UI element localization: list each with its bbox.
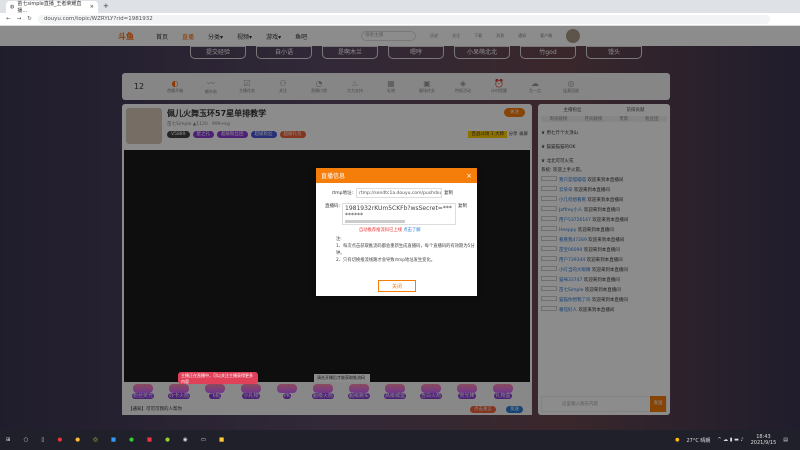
warning-text: 自动推荐推流码已上线 bbox=[359, 228, 402, 233]
windows-start-icon[interactable]: ⊞ bbox=[6, 437, 11, 443]
close-icon[interactable]: × bbox=[466, 172, 472, 180]
system-tray: ● 27°C 晴朗 ^ ☁ ▮ ▬ ♪ 18:43 2021/9/15 ▤ bbox=[675, 430, 788, 450]
url-text: douyu.com/topic/WZRYLY?rid=1981932 bbox=[43, 16, 153, 22]
key-field[interactable]: 1981932rKUm5CKFb?wsSecret=********* bbox=[345, 205, 452, 219]
weather-icon: ● bbox=[675, 437, 680, 443]
search-icon[interactable]: ○ bbox=[24, 437, 29, 443]
close-tab-icon[interactable]: × bbox=[90, 4, 94, 10]
new-tab-icon[interactable]: + bbox=[103, 2, 109, 10]
copy-key-button[interactable]: 复制 bbox=[458, 203, 467, 209]
app-icon[interactable]: ■ bbox=[219, 437, 224, 443]
wechat-icon[interactable]: ● bbox=[129, 437, 134, 443]
tip-bubble: 主播正在直播中，可以关注主播获得更多内容 bbox=[178, 372, 258, 384]
app-icon[interactable]: ■ bbox=[147, 437, 152, 443]
key-box[interactable]: 1981932rKUm5CKFb?wsSecret=********* bbox=[342, 203, 456, 225]
browser-tab[interactable]: ◍ 苗七simple直播_王者荣耀直播... × bbox=[6, 1, 98, 14]
dialog-title: 直播信息 bbox=[321, 173, 346, 180]
tab-title: 苗七simple直播_王者荣耀直播... bbox=[17, 1, 82, 14]
notification-icon[interactable]: ▤ bbox=[783, 437, 788, 443]
clock-date[interactable]: 2021/9/15 bbox=[751, 440, 777, 446]
learn-more-link[interactable]: 点击了解 bbox=[403, 228, 420, 233]
browser-tab-bar: ◍ 苗七simple直播_王者荣耀直播... × + bbox=[0, 0, 800, 14]
rtmp-label: rtmp地址: bbox=[331, 191, 353, 196]
address-bar-row: ← → ↻ douyu.com/topic/WZRYLY?rid=1981932 bbox=[0, 13, 800, 26]
note: 2、只有切换推流线路才会导致rtmp地址发生变化。 bbox=[336, 258, 436, 263]
app-icon[interactable]: ■ bbox=[111, 437, 116, 443]
stream-info-dialog: 直播信息 × rtmp地址: rtmp://sendtc1a.douyu.com/p… bbox=[316, 168, 477, 296]
task-view-icon[interactable]: ▯ bbox=[41, 437, 44, 443]
note: 1、每次点击获取推流码都会重新生成直播码，每个直播码的有效期为5分钟。 bbox=[336, 244, 475, 256]
rtmp-field[interactable]: rtmp://sendtc1a.douyu.com/pushdouyu bbox=[356, 188, 442, 198]
scrollbar[interactable] bbox=[345, 220, 405, 223]
key-label: 直播码: bbox=[324, 204, 340, 209]
forward-icon[interactable]: → bbox=[17, 16, 22, 22]
reload-icon[interactable]: ↻ bbox=[27, 16, 32, 22]
chrome-icon[interactable]: ● bbox=[75, 437, 80, 443]
close-button[interactable]: 关闭 bbox=[378, 280, 416, 292]
url-field[interactable]: douyu.com/topic/WZRYLY?rid=1981932 bbox=[37, 14, 770, 24]
note: 注: bbox=[336, 237, 342, 242]
obs-icon[interactable]: ◉ bbox=[183, 437, 188, 443]
back-icon[interactable]: ← bbox=[6, 16, 11, 22]
tray-icons[interactable]: ^ ☁ ▮ ▬ ♪ bbox=[717, 437, 743, 443]
app-icon[interactable]: ◎ bbox=[93, 437, 98, 443]
app-icon[interactable]: ● bbox=[165, 437, 170, 443]
favicon-icon: ◍ bbox=[10, 4, 15, 10]
app-icon[interactable]: ▭ bbox=[201, 437, 206, 443]
copy-rtmp-button[interactable]: 复制 bbox=[444, 190, 453, 196]
app-icon[interactable]: ● bbox=[57, 437, 62, 443]
taskbar: ⊞ ○ ▯ ● ● ◎ ■ ● ■ ● ◉ ▭ ■ ● 27°C 晴朗 ^ ☁ ▮ ▬ ♪ 18:43 2… bbox=[0, 430, 800, 450]
weather-text[interactable]: 27°C 晴朗 bbox=[686, 437, 710, 444]
